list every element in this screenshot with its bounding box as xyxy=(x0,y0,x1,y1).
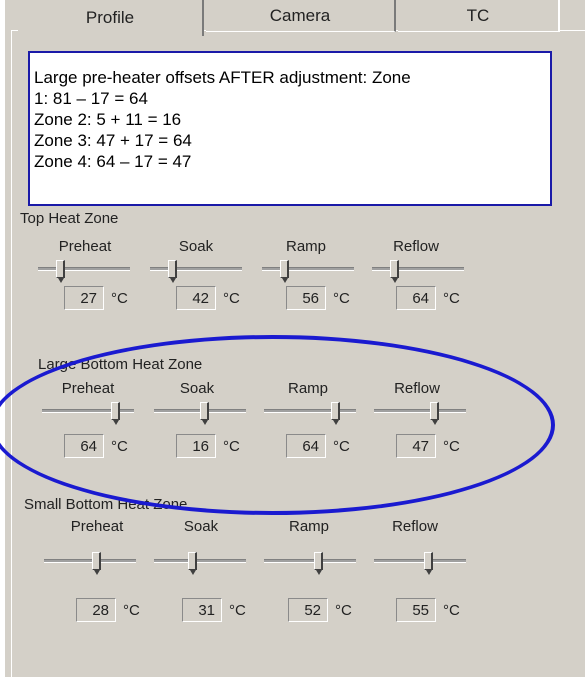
large-bottom-heat-zone-title: Large Bottom Heat Zone xyxy=(38,356,206,373)
small-ramp-slider[interactable] xyxy=(264,550,356,575)
col-label-soak: Soak xyxy=(183,518,219,535)
slider-thumb[interactable] xyxy=(92,552,101,575)
top-soak-value[interactable]: 42 xyxy=(176,286,216,310)
top-reflow-value[interactable]: 64 xyxy=(396,286,436,310)
large-reflow-slider[interactable] xyxy=(374,400,466,425)
note-line: Large pre-heater offsets AFTER adjustmen… xyxy=(34,68,411,87)
large-reflow-value[interactable]: 47 xyxy=(396,434,436,458)
note-line: Zone 3: 47 + 17 = 64 xyxy=(34,131,192,150)
slider-thumb[interactable] xyxy=(314,552,323,575)
slider-thumb[interactable] xyxy=(168,260,177,283)
small-ramp-value[interactable]: 52 xyxy=(288,598,328,622)
unit-label: °C xyxy=(223,438,240,455)
slider-thumb[interactable] xyxy=(331,402,340,425)
tab-camera[interactable]: Camera xyxy=(206,0,396,32)
large-ramp-value[interactable]: 64 xyxy=(286,434,326,458)
col-label-preheat: Preheat xyxy=(58,238,112,255)
col-label-ramp: Ramp xyxy=(287,380,328,397)
top-preheat-value[interactable]: 27 xyxy=(64,286,104,310)
note-line: Zone 2: 5 + 11 = 16 xyxy=(34,110,182,129)
note-line: Zone 4: 64 – 17 = 47 xyxy=(34,152,192,171)
small-soak-value[interactable]: 31 xyxy=(182,598,222,622)
small-preheat-value[interactable]: 28 xyxy=(76,598,116,622)
unit-label: °C xyxy=(229,602,246,619)
unit-label: °C xyxy=(335,602,352,619)
tab-profile[interactable]: Profile xyxy=(18,0,204,36)
slider-thumb[interactable] xyxy=(390,260,399,283)
annotation-note: Large pre-heater offsets AFTER adjustmen… xyxy=(28,51,552,206)
large-soak-slider[interactable] xyxy=(154,400,246,425)
slider-thumb[interactable] xyxy=(188,552,197,575)
large-preheat-value[interactable]: 64 xyxy=(64,434,104,458)
small-preheat-slider[interactable] xyxy=(44,550,136,575)
col-label-reflow: Reflow xyxy=(393,238,439,255)
slider-thumb[interactable] xyxy=(200,402,209,425)
top-ramp-slider[interactable] xyxy=(262,258,354,283)
tab-tc[interactable]: TC xyxy=(398,0,558,32)
tab-edge xyxy=(558,0,560,32)
top-ramp-value[interactable]: 56 xyxy=(286,286,326,310)
top-heat-zone-title: Top Heat Zone xyxy=(20,210,122,227)
tab-bar: Profile Camera TC xyxy=(0,0,585,36)
col-label-soak: Soak xyxy=(178,238,214,255)
small-reflow-slider[interactable] xyxy=(374,550,466,575)
note-line: 1: 81 – 17 = 64 xyxy=(34,89,148,108)
large-preheat-slider[interactable] xyxy=(42,400,134,425)
col-label-preheat: Preheat xyxy=(70,518,124,535)
col-label-ramp: Ramp xyxy=(288,518,329,535)
col-label-ramp: Ramp xyxy=(285,238,326,255)
slider-thumb[interactable] xyxy=(280,260,289,283)
top-preheat-slider[interactable] xyxy=(38,258,130,283)
slider-thumb[interactable] xyxy=(430,402,439,425)
small-soak-slider[interactable] xyxy=(154,550,246,575)
col-label-preheat: Preheat xyxy=(61,380,115,397)
unit-label: °C xyxy=(443,602,460,619)
slider-thumb[interactable] xyxy=(111,402,120,425)
unit-label: °C xyxy=(333,290,350,307)
unit-label: °C xyxy=(443,438,460,455)
unit-label: °C xyxy=(123,602,140,619)
top-reflow-slider[interactable] xyxy=(372,258,464,283)
top-soak-slider[interactable] xyxy=(150,258,242,283)
slider-thumb[interactable] xyxy=(424,552,433,575)
col-label-reflow: Reflow xyxy=(392,518,438,535)
unit-label: °C xyxy=(443,290,460,307)
slider-thumb[interactable] xyxy=(56,260,65,283)
small-bottom-heat-zone-title: Small Bottom Heat Zone xyxy=(24,496,191,513)
unit-label: °C xyxy=(111,290,128,307)
unit-label: °C xyxy=(223,290,240,307)
col-label-soak: Soak xyxy=(179,380,215,397)
unit-label: °C xyxy=(333,438,350,455)
large-ramp-slider[interactable] xyxy=(264,400,356,425)
large-soak-value[interactable]: 16 xyxy=(176,434,216,458)
unit-label: °C xyxy=(111,438,128,455)
small-reflow-value[interactable]: 55 xyxy=(396,598,436,622)
col-label-reflow: Reflow xyxy=(394,380,440,397)
